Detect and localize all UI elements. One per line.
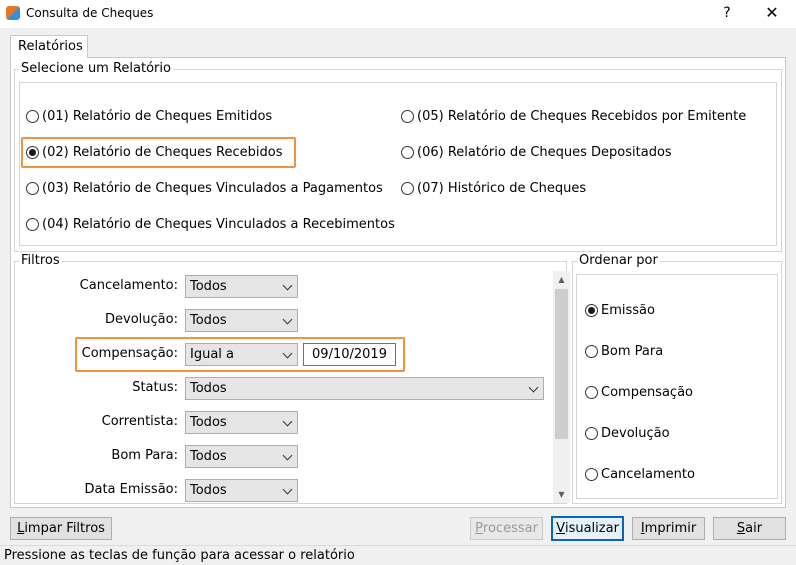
filter-label-status: Status: [132,380,178,395]
filter-label-devolucao: Devolução: [105,312,178,327]
mnemonic: S [736,521,746,536]
radio-icon [26,218,39,231]
scroll-down-arrow-icon[interactable]: ▼ [553,486,570,503]
process-button[interactable]: Processar [470,517,543,540]
clear-filters-button[interactable]: Limpar Filtros [10,517,112,540]
status-bar: Pressione as teclas de função para acess… [0,545,796,565]
order-option-label: Compensação [601,385,693,400]
radio-icon [26,110,39,123]
order-option-label: Bom Para [601,344,664,359]
title-bar: Consulta de Cheques ? ✕ [0,0,796,28]
chevron-down-icon [282,416,293,427]
bom-para-select[interactable]: Todos [185,445,298,468]
report-option-04[interactable]: (04) Relatório de Cheques Vinculados a R… [26,217,395,232]
order-option-emissao[interactable]: Emissão [585,303,655,318]
radio-icon [585,468,598,481]
report-option-label: (07) Histórico de Cheques [417,181,587,196]
report-option-06[interactable]: (06) Relatório de Cheques Depositados [401,145,672,160]
correntista-select[interactable]: Todos [185,411,298,434]
report-option-label: (04) Relatório de Cheques Vinculados a R… [42,217,395,232]
cancelamento-select[interactable]: Todos [185,275,298,298]
report-option-07[interactable]: (07) Histórico de Cheques [401,181,586,196]
filter-label-data-emissao: Data Emissão: [84,482,178,497]
radio-icon [585,345,598,358]
radio-icon [585,427,598,440]
select-value: Todos [190,313,227,328]
report-option-label: (02) Relatório de Cheques Recebidos [42,145,283,160]
button-label: isualizar [564,521,619,536]
radio-checked-icon [585,304,598,317]
radio-icon [401,146,414,159]
report-option-label: (01) Relatório de Cheques Emitidos [42,109,273,124]
report-option-03[interactable]: (03) Relatório de Cheques Vinculados a P… [26,181,383,196]
radio-icon [585,386,598,399]
exit-button[interactable]: Sair [713,517,786,540]
view-button[interactable]: Visualizar [551,516,624,541]
compensacao-date-input[interactable]: 09/10/2019 [303,343,396,366]
order-group-title: Ordenar por [577,253,660,268]
chevron-down-icon [282,484,293,495]
order-option-cancelamento[interactable]: Cancelamento [585,467,695,482]
filters-group-title: Filtros [19,253,62,268]
chevron-down-icon [282,450,293,461]
chevron-down-icon [282,314,293,325]
select-value: Todos [190,381,227,396]
data-emissao-select[interactable]: Todos [185,479,298,502]
chevron-down-icon [282,280,293,291]
select-value: Todos [190,279,227,294]
report-option-label: (06) Relatório de Cheques Depositados [417,145,672,160]
tab-relatorios[interactable]: Relatórios [10,35,88,58]
app-icon [6,6,20,20]
mnemonic: V [556,521,565,536]
devolucao-select[interactable]: Todos [185,309,298,332]
window-title: Consulta de Cheques [26,6,154,20]
order-option-compensacao[interactable]: Compensação [585,385,693,400]
radio-checked-icon [26,146,39,159]
filter-label-cancelamento: Cancelamento: [79,278,178,293]
compensacao-select[interactable]: Igual a [185,343,298,366]
button-label: mprimir [644,521,697,536]
select-value: Todos [190,483,227,498]
radio-icon [26,182,39,195]
report-option-label: (05) Relatório de Cheques Recebidos por … [417,109,747,124]
status-select[interactable]: Todos [185,377,544,400]
mnemonic: P [475,521,483,536]
button-label: rocessar [482,521,538,536]
report-option-label: (03) Relatório de Cheques Vinculados a P… [42,181,383,196]
help-button[interactable]: ? [716,2,738,24]
order-option-label: Cancelamento [601,467,695,482]
report-group-title: Selecione um Relatório [19,61,173,76]
filter-label-correntista: Correntista: [101,414,178,429]
report-option-02[interactable]: (02) Relatório de Cheques Recebidos [26,145,282,160]
scroll-thumb[interactable] [555,289,568,439]
report-option-05[interactable]: (05) Relatório de Cheques Recebidos por … [401,109,746,124]
select-value: Todos [190,415,227,430]
mnemonic: L [17,521,25,536]
order-option-bom-para[interactable]: Bom Para [585,344,663,359]
chevron-down-icon [528,382,539,393]
order-option-devolucao[interactable]: Devolução [585,426,670,441]
order-option-label: Devolução [601,426,670,441]
select-value: Todos [190,449,227,464]
button-label: air [745,521,763,536]
close-button[interactable]: ✕ [760,2,784,24]
radio-icon [401,110,414,123]
print-button[interactable]: Imprimir [632,517,705,540]
button-label: impar Filtros [24,521,105,536]
report-option-01[interactable]: (01) Relatório de Cheques Emitidos [26,109,272,124]
filter-label-bom-para: Bom Para: [111,448,178,463]
order-option-label: Emissão [601,303,655,318]
chevron-down-icon [282,348,293,359]
radio-icon [401,182,414,195]
select-value: Igual a [190,347,235,362]
scroll-up-arrow-icon[interactable]: ▲ [553,271,570,288]
filter-label-compensacao: Compensação: [81,346,178,361]
